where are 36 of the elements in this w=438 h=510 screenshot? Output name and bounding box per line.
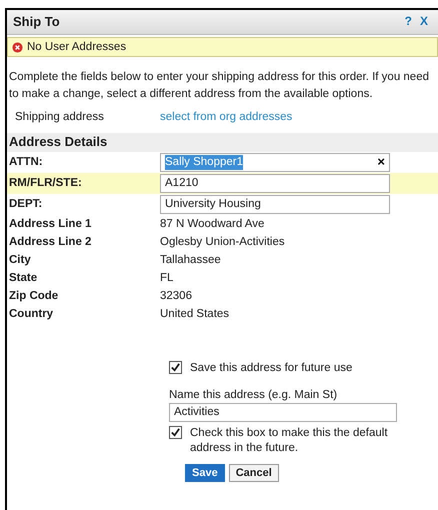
field-label: RM/FLR/STE:: [8, 176, 83, 192]
text-field[interactable]: Activities: [169, 403, 397, 422]
checkbox[interactable]: [169, 426, 182, 440]
field-value: FL: [160, 270, 174, 286]
instructions-text: Complete the fields below to enter your shipping address for this order. If you need to make a change, select a different address from the available options.: [9, 70, 430, 102]
field-label: Name this address (e.g. Main St): [169, 388, 338, 404]
field-label: ATTN:: [8, 155, 44, 170]
checkbox-label: Save this address for future use: [190, 361, 352, 376]
field-value: 32306: [160, 288, 192, 304]
checkbox[interactable]: [169, 361, 182, 374]
cancel-button[interactable]: Cancel: [228, 464, 279, 482]
field-label: Address Line 1: [8, 216, 92, 232]
clear-button[interactable]: ×: [377, 154, 385, 172]
close-button[interactable]: X: [416, 14, 432, 30]
checkbox-label: Check this box to make this the default address in the future.: [190, 426, 389, 456]
save-button[interactable]: Save: [185, 464, 225, 482]
section-header: Address Details: [7, 133, 438, 152]
field-label: DEPT:: [8, 197, 44, 212]
field-value: Oglesby Union-Activities: [160, 234, 285, 250]
org-addresses-link[interactable]: select from org addresses: [160, 110, 292, 126]
error-icon: [12, 42, 23, 52]
field-label: City: [8, 252, 32, 268]
field-label: Zip Code: [8, 288, 60, 304]
text-field[interactable]: A1210: [160, 174, 390, 194]
field-label: Shipping address: [14, 110, 105, 126]
field-value: Tallahassee: [160, 252, 221, 268]
field-value: United States: [160, 306, 230, 322]
field-label: Address Line 2: [8, 234, 92, 250]
field-label: Country: [8, 306, 54, 322]
help-button[interactable]: ?: [400, 14, 416, 30]
alert-text: No User Addresses: [27, 40, 126, 54]
field-label: State: [8, 270, 38, 286]
field-value: 87 N Woodward Ave: [160, 216, 264, 232]
text-field[interactable]: University Housing: [160, 195, 390, 214]
dialog-title: Ship To: [13, 14, 60, 30]
text-field[interactable]: Sally Shopper1 ×: [160, 153, 390, 172]
